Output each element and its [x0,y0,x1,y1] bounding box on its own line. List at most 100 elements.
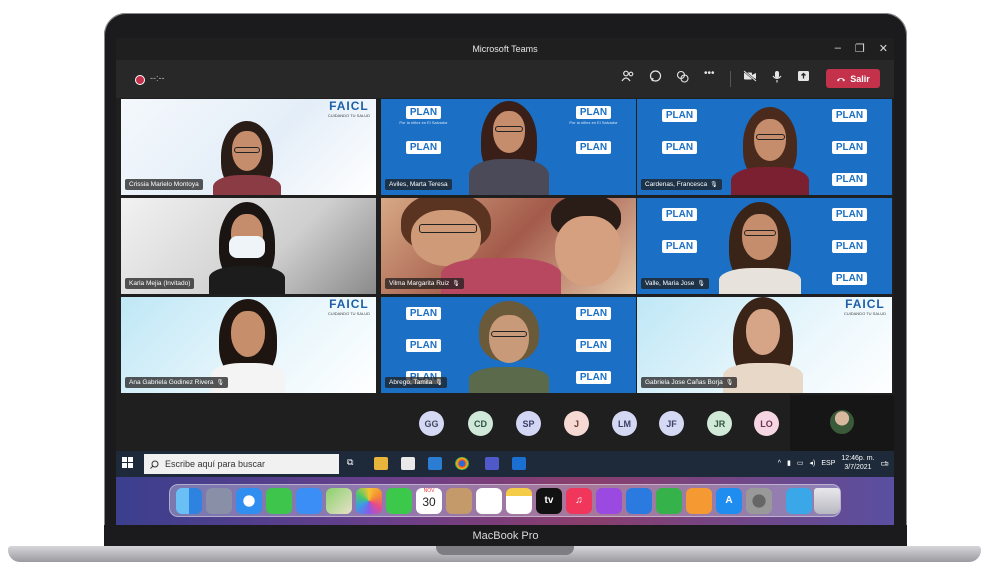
network-icon[interactable]: ▮ [787,459,791,467]
leave-button[interactable]: Salir [826,69,880,88]
laptop-notch [436,546,574,555]
close-button[interactable]: ✕ [879,42,888,55]
avatar[interactable]: LO [754,411,779,436]
music-icon[interactable]: ♫ [566,488,592,514]
app-store-icon[interactable]: A [716,488,742,514]
language-indicator[interactable]: ESP [821,460,835,467]
mail-icon[interactable] [296,488,322,514]
meeting-toolbar: --:-- ••• Salir [116,60,894,98]
participant-name-tag: Valle, Maria Jose 🎙 [641,278,709,289]
task-view-icon[interactable]: ⧉ [347,457,361,470]
camera-off-icon[interactable] [743,70,757,85]
participant-name-tag: Gabriela Jose Cañas Borja 🎙 [641,377,738,388]
avatar[interactable]: JR [707,411,732,436]
avatar[interactable]: LM [612,411,637,436]
avatar[interactable]: SP [516,411,541,436]
numbers-icon[interactable] [656,488,682,514]
reactions-icon[interactable] [676,70,689,86]
video-tile[interactable]: FAICL CUIDANDO TU SALUD Ana Gabriela God… [121,297,376,393]
participant-name-tag: Karla Mejia (Invitado) [125,278,195,289]
participant-avatars: GG CD SP J LM JF JR LO [116,395,894,451]
brand-logo: FAICL CUIDANDO TU SALUD [327,297,370,316]
system-tray: ^ ▮ ▭ ◂) ESP 12:46p. m. 3/7/2021 ▭ 1 [778,454,889,472]
model-label: MacBook Pro [472,530,539,542]
taskbar-search-input[interactable]: Escribe aquí para buscar [144,454,339,474]
avatar[interactable]: GG [419,411,444,436]
chat-icon[interactable] [649,70,662,86]
people-icon[interactable] [621,70,635,85]
avatar[interactable]: J [564,411,589,436]
reminders-icon[interactable] [476,488,502,514]
podcasts-icon[interactable] [596,488,622,514]
brand-logo: FAICL CUIDANDO TU SALUD [327,99,370,118]
leave-label: Salir [850,73,870,84]
participant-name-tag: Abrego, Tamila 🎙 [385,377,447,388]
calendar-icon[interactable]: NOV 30 [416,488,442,514]
window-title: Microsoft Teams [472,44,538,54]
toolbar-divider [730,71,731,87]
pages-icon[interactable] [686,488,712,514]
video-tile[interactable]: PLAN PLAN PLAN PLAN PLAN Cardenas, Franc… [637,99,892,195]
participant-name-tag: Cardenas, Francesca 🎙 [641,179,722,190]
mail-icon[interactable] [428,457,442,470]
photos-icon[interactable] [356,488,382,514]
trash-icon[interactable] [814,488,840,514]
video-tile[interactable]: PLAN PLAN PLAN PLAN PLAN PLAN Abrego, Ta… [381,297,636,393]
video-tile[interactable]: FAICL CUIDANDO TU SALUD Gabriela Jose Ca… [637,297,892,393]
teams-icon[interactable] [485,457,499,470]
video-tile[interactable]: PLAN Por la niñez en El Salvador PLAN Por … [381,99,636,195]
participant-name-tag: Crissia Marielo Montoya [125,179,203,190]
maps-icon[interactable] [326,488,352,514]
maximize-button[interactable]: ❐ [855,42,865,55]
notes-icon[interactable] [506,488,532,514]
battery-icon[interactable]: ▭ [797,459,804,467]
file-explorer-icon[interactable] [374,457,388,470]
avatar[interactable]: JF [659,411,684,436]
search-icon [150,460,159,469]
launchpad-icon[interactable] [206,488,232,514]
messages-icon[interactable] [266,488,292,514]
safari-icon[interactable] [236,488,262,514]
windows-taskbar: Escribe aquí para buscar ⧉ ^ ▮ ▭ ◂) ESP … [116,451,894,477]
facetime-icon[interactable] [386,488,412,514]
windows-start-icon[interactable] [122,457,134,469]
notification-icon[interactable]: ▭ 1 [880,458,889,469]
mic-muted-icon: 🎙 [216,380,225,386]
contacts-icon[interactable] [446,488,472,514]
tv-icon[interactable]: tv [536,488,562,514]
participant-name-tag: Vilma Margarita Ruiz 🎙 [385,278,464,289]
participant-name-tag: Aviles, Marta Teresa [385,179,452,190]
video-tile[interactable]: Karla Mejia (Invitado) [121,198,376,294]
volume-icon[interactable]: ◂) [810,459,816,467]
share-icon[interactable] [797,70,810,85]
chrome-icon[interactable] [455,457,469,470]
folder-icon[interactable] [786,488,812,514]
mac-dock: NOV 30 tv ♫ A [169,484,841,517]
video-grid: FAICL CUIDANDO TU SALUD Crissia Marielo … [116,98,894,395]
search-placeholder: Escribe aquí para buscar [165,459,266,469]
clock[interactable]: 12:46p. m. 3/7/2021 [841,454,874,472]
mic-muted-icon: 🎙 [710,182,718,188]
mic-muted-icon: 🎙 [725,380,734,386]
video-tile[interactable]: Vilma Margarita Ruiz 🎙 [381,198,636,294]
self-view[interactable] [790,395,894,451]
self-video-thumbnail [830,410,854,434]
chevron-up-icon[interactable]: ^ [778,460,781,467]
system-preferences-icon[interactable] [746,488,772,514]
video-tile[interactable]: PLAN PLAN PLAN PLAN PLAN Valle, Maria Jo… [637,198,892,294]
keynote-icon[interactable] [626,488,652,514]
meeting-timer: --:-- [150,73,165,83]
more-options-button[interactable]: ••• [704,68,715,79]
brand-logo: FAICL CUIDANDO TU SALUD [843,297,886,316]
mic-muted-icon: 🎙 [697,281,705,287]
avatar[interactable]: CD [468,411,493,436]
phone-hangup-icon [837,77,846,81]
media-player-icon[interactable] [512,457,526,470]
screen: Microsoft Teams – ❐ ✕ --:-- ••• Salir FA… [116,38,894,525]
finder-icon[interactable] [176,488,202,514]
video-tile[interactable]: FAICL CUIDANDO TU SALUD Crissia Marielo … [121,99,376,195]
minimize-button[interactable]: – [835,42,841,55]
microphone-icon[interactable] [772,70,782,86]
store-icon[interactable] [401,457,415,470]
recording-icon [136,76,144,84]
